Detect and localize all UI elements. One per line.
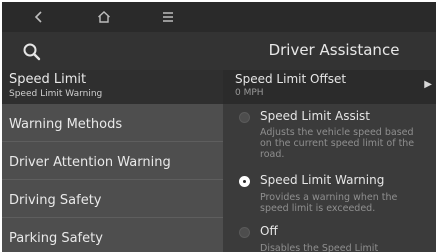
offset-title: Speed Limit Offset <box>235 72 347 86</box>
sidebar-item-warning-methods[interactable]: Warning Methods <box>2 104 223 142</box>
settings-panel: Speed Limit Offset 0 MPH ▶ Speed Limit A… <box>223 70 436 252</box>
radio-button[interactable] <box>239 227 250 238</box>
sidebar-item-parking-safety[interactable]: Parking Safety <box>2 218 223 252</box>
back-chevron-icon[interactable] <box>30 8 48 26</box>
option-off[interactable]: Off Disables the Speed Limit <box>223 222 436 252</box>
sidebar-item-speed-limit[interactable]: Speed Limit Speed Limit Warning <box>2 70 223 104</box>
option-title: Speed Limit Warning <box>260 173 385 187</box>
header-bar: Driver Assistance <box>2 32 436 70</box>
search-icon[interactable] <box>22 42 42 62</box>
home-icon[interactable] <box>95 8 113 26</box>
top-nav-bar <box>2 2 436 32</box>
sidebar-item-label: Speed Limit <box>9 72 87 87</box>
sidebar-item-driving-safety[interactable]: Driving Safety <box>2 180 223 218</box>
sidebar-item-label: Driver Attention Warning <box>9 155 171 170</box>
sidebar-item-label: Warning Methods <box>9 117 123 132</box>
option-speed-limit-assist[interactable]: Speed Limit Assist Adjusts the vehicle s… <box>223 108 436 170</box>
settings-screen: Driver Assistance Speed Limit Speed Limi… <box>2 2 436 252</box>
page-title: Driver Assistance <box>268 41 400 59</box>
radio-button[interactable] <box>239 112 250 123</box>
option-speed-limit-warning[interactable]: Speed Limit Warning Provides a warning w… <box>223 172 436 222</box>
sidebar-menu: Speed Limit Speed Limit Warning Warning … <box>2 70 223 252</box>
option-description: Provides a warning when the speed limit … <box>260 192 398 214</box>
sidebar-item-label: Driving Safety <box>9 193 102 208</box>
sidebar-item-label: Parking Safety <box>9 231 103 246</box>
option-description: Adjusts the vehicle speed based on the c… <box>260 127 415 160</box>
offset-value: 0 MPH <box>235 88 264 98</box>
sidebar-item-driver-attention-warning[interactable]: Driver Attention Warning <box>2 142 223 180</box>
speed-limit-offset-row[interactable]: Speed Limit Offset 0 MPH ▶ <box>223 70 436 104</box>
option-title: Speed Limit Assist <box>260 109 370 123</box>
option-description: Disables the Speed Limit <box>260 243 379 252</box>
radio-button-selected[interactable] <box>239 176 250 187</box>
chevron-right-icon: ▶ <box>424 79 432 90</box>
menu-icon[interactable] <box>159 8 177 26</box>
option-title: Off <box>260 224 278 238</box>
sidebar-item-sublabel: Speed Limit Warning <box>9 89 103 99</box>
